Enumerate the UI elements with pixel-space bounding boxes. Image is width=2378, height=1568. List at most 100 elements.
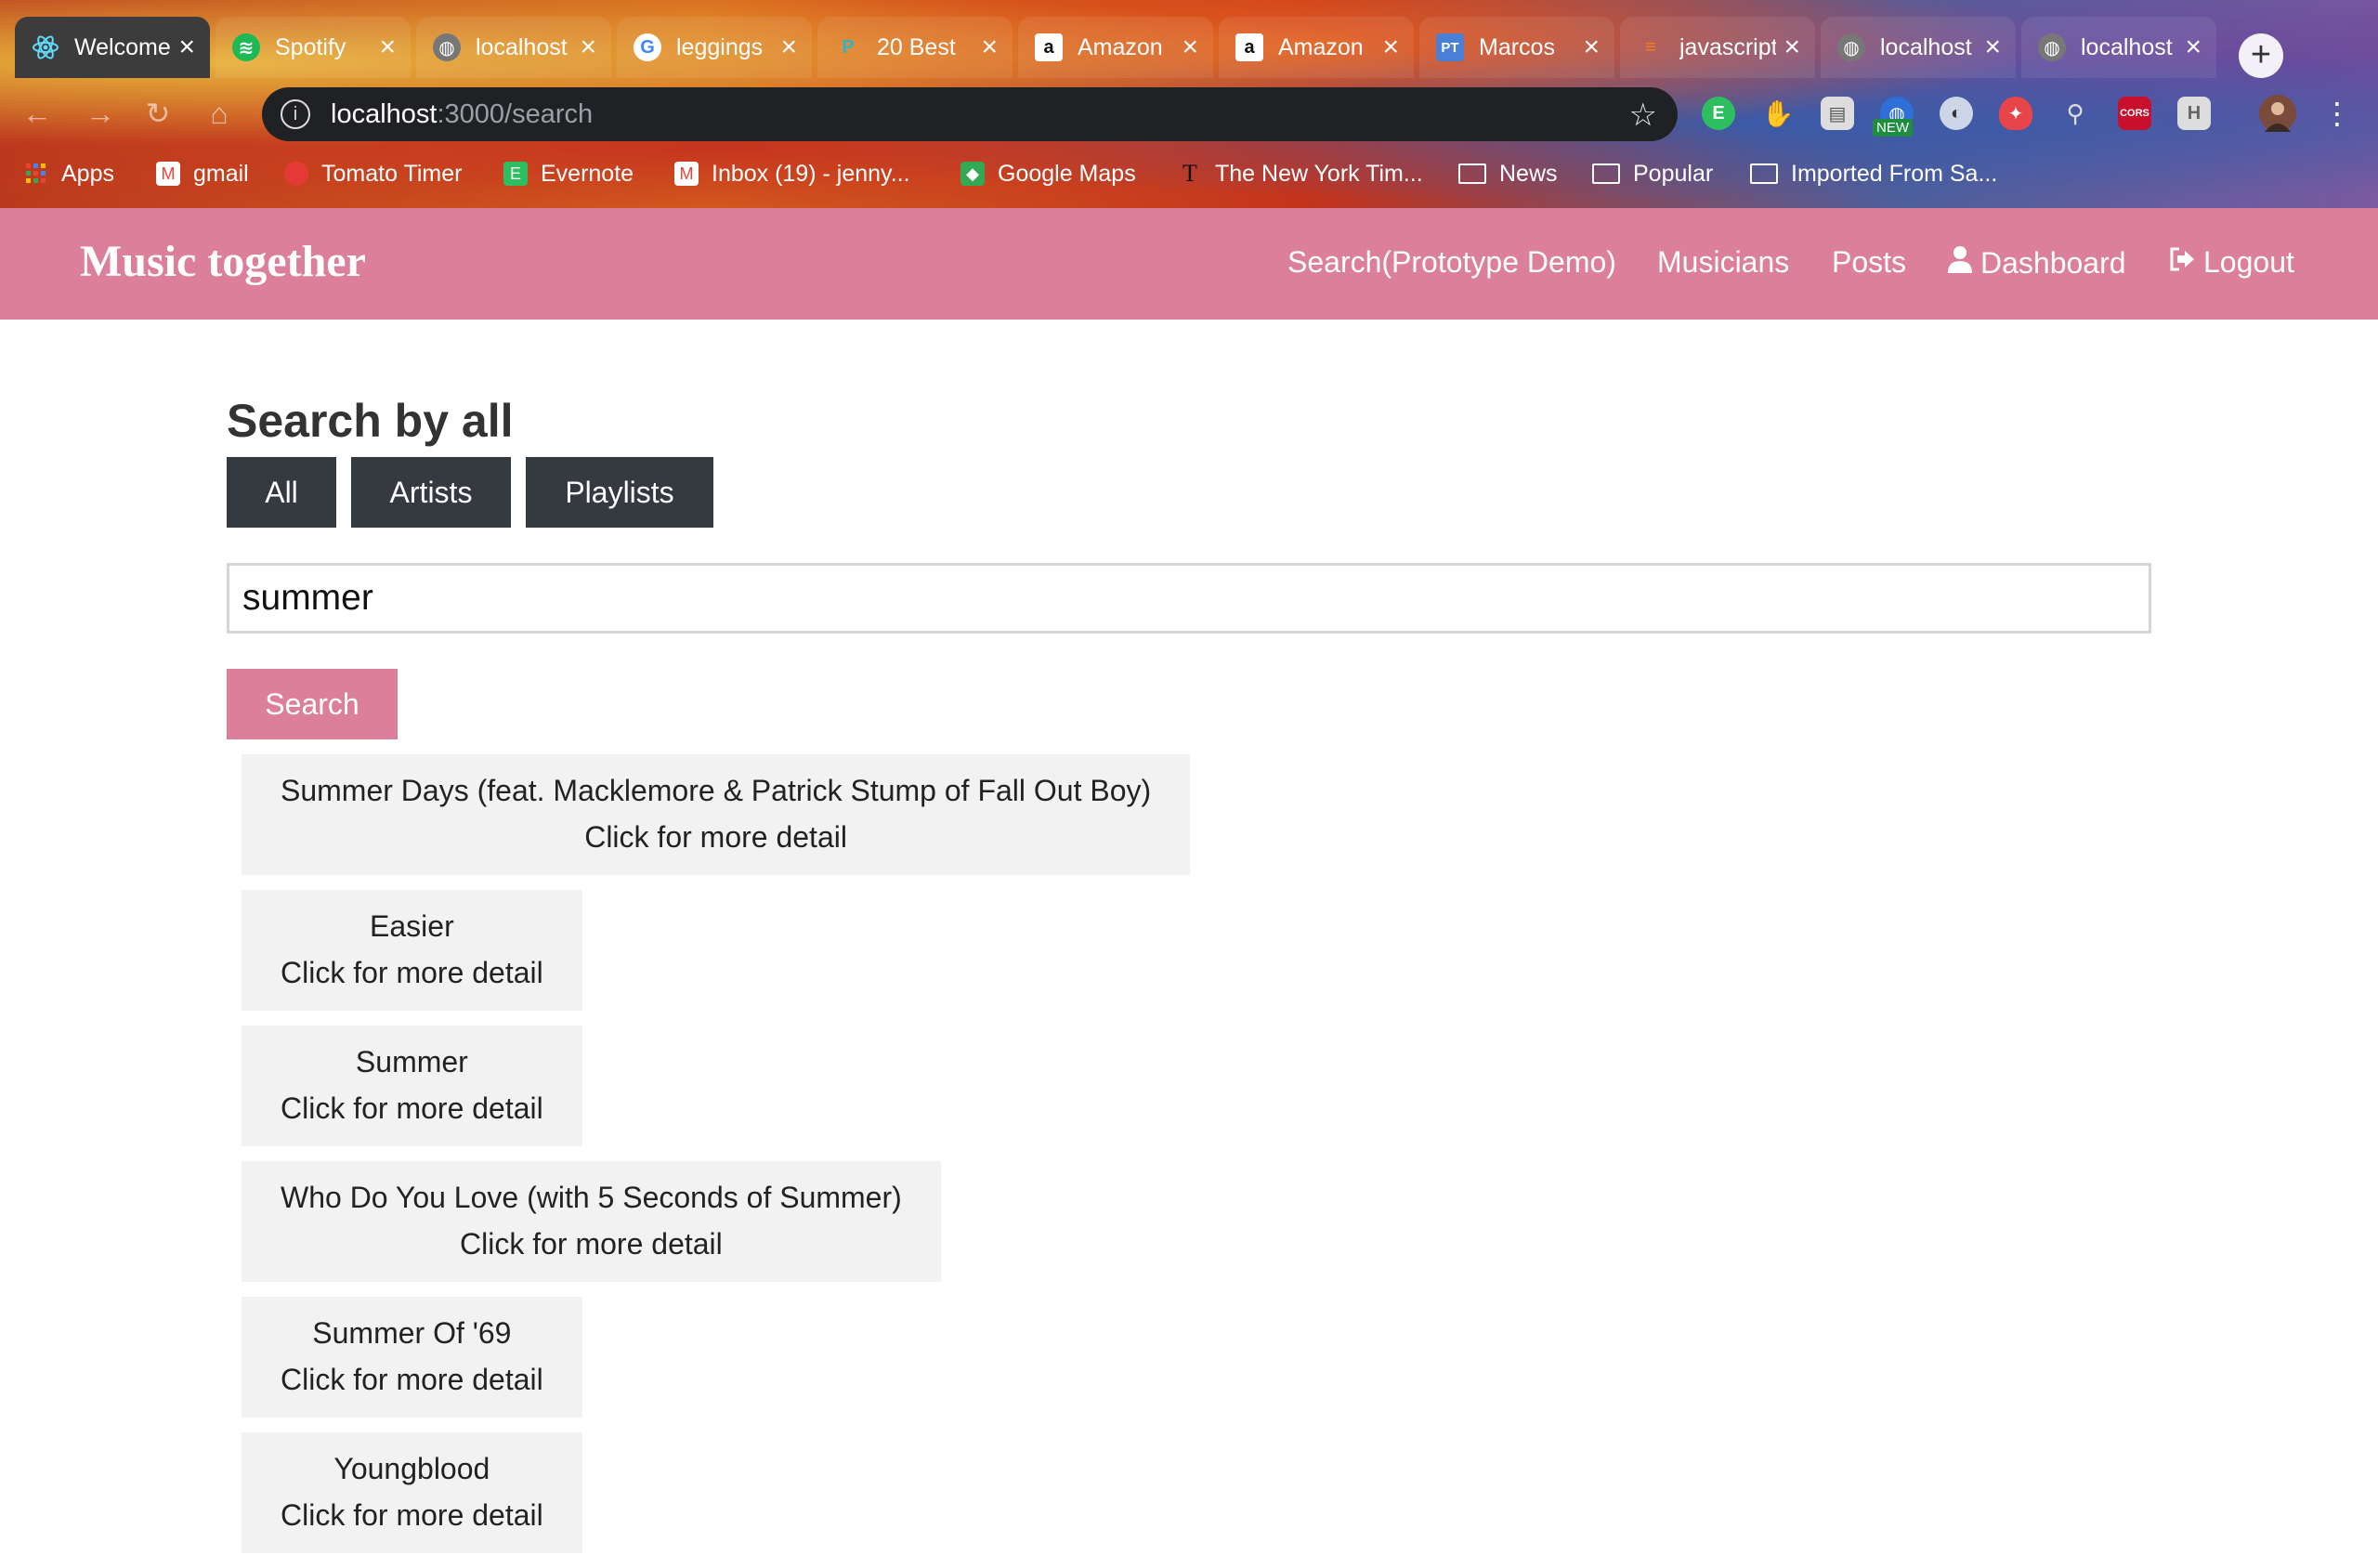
filter-artists-button[interactable]: Artists	[351, 457, 511, 528]
nav-musicians-label: Musicians	[1657, 245, 1790, 279]
globe-icon: ◍	[433, 33, 461, 61]
tab[interactable]: PT Marcos ×	[1419, 17, 1614, 78]
nyt-icon: T	[1182, 160, 1197, 187]
result-card[interactable]: Summer Days (feat. Macklemore & Patrick …	[242, 754, 1191, 875]
forward-icon[interactable]: →	[82, 95, 119, 132]
document-extension-icon[interactable]: ▤	[1821, 97, 1854, 130]
nav-search-label: Search(Prototype Demo)	[1287, 245, 1616, 279]
h-extension-icon[interactable]: H	[2177, 97, 2211, 130]
tab[interactable]: ◍ localhost ×	[416, 17, 611, 78]
close-icon[interactable]: ×	[1784, 32, 1800, 63]
search-input[interactable]	[227, 563, 2151, 634]
pt-icon: PT	[1436, 33, 1464, 61]
new-tab-button[interactable]: +	[2239, 33, 2283, 78]
tab[interactable]: ≡ javascript ×	[1620, 17, 1815, 78]
result-card[interactable]: Easier Click for more detail	[242, 890, 582, 1011]
home-icon[interactable]: ⌂	[201, 95, 238, 132]
close-icon[interactable]: ×	[580, 32, 596, 63]
close-icon[interactable]: ×	[2185, 32, 2202, 63]
result-detail-link[interactable]: Click for more detail	[281, 1221, 902, 1267]
bookmark-item[interactable]: News	[1458, 158, 1558, 189]
result-card[interactable]: Summer Of '69 Click for more detail	[242, 1297, 582, 1418]
amazon-icon: a	[1035, 33, 1063, 61]
apps-grid-icon	[24, 162, 48, 186]
cors-extension-icon[interactable]: CORS	[2118, 97, 2151, 130]
result-detail-link[interactable]: Click for more detail	[281, 949, 543, 996]
result-detail-link[interactable]: Click for more detail	[281, 814, 1151, 860]
search-button[interactable]: Search	[227, 669, 398, 739]
nav-posts-link[interactable]: Posts	[1832, 245, 1906, 280]
tab[interactable]: a Amazon ×	[1018, 17, 1213, 78]
bookmark-star-icon[interactable]: ☆	[1629, 97, 1657, 134]
tab[interactable]: ◍ localhost ×	[1821, 17, 2016, 78]
result-detail-link[interactable]: Click for more detail	[281, 1356, 543, 1403]
nav-search-link[interactable]: Search(Prototype Demo)	[1287, 245, 1616, 280]
bookmark-item[interactable]: M Inbox (19) - jenny...	[674, 158, 910, 189]
brand-logo[interactable]: Music together	[80, 236, 366, 287]
bookmark-label: Popular	[1633, 160, 1714, 187]
close-icon[interactable]: ×	[178, 32, 195, 63]
result-card[interactable]: Youngblood Click for more detail	[242, 1432, 582, 1553]
google-icon: G	[634, 33, 661, 61]
browser-toolbar: ← → ↻ ⌂ i localhost:3000/search ☆ E ✋ ▤ …	[0, 82, 2378, 145]
menu-kebab-icon[interactable]: ⋮	[2319, 95, 2356, 132]
result-title: Who Do You Love (with 5 Seconds of Summe…	[281, 1181, 902, 1214]
filter-all-button[interactable]: All	[227, 457, 336, 528]
bookmark-item[interactable]: T The New York Tim...	[1178, 158, 1423, 189]
result-card[interactable]: Summer Click for more detail	[242, 1026, 582, 1146]
bookmark-item[interactable]: Imported From Sa...	[1750, 158, 1997, 189]
evernote-extension-icon[interactable]: E	[1702, 97, 1735, 130]
nav-logout-link[interactable]: Logout	[2168, 245, 2294, 280]
magnifier-extension-icon[interactable]: ⚲	[2058, 97, 2092, 130]
tab[interactable]: P 20 Best ×	[817, 17, 1013, 78]
stack-icon: ≡	[1645, 36, 1656, 58]
bookmark-item[interactable]: ◆ Google Maps	[960, 158, 1136, 189]
bookmark-item[interactable]: E Evernote	[503, 158, 634, 189]
tab[interactable]: a Amazon ×	[1219, 17, 1414, 78]
bookmark-label: Apps	[61, 160, 114, 187]
p-icon: P	[842, 36, 855, 58]
result-title: Youngblood	[333, 1452, 490, 1485]
tab[interactable]: ◍ localhost ×	[2021, 17, 2216, 78]
bookmark-label: gmail	[193, 160, 249, 187]
tab[interactable]: G leggings ×	[617, 17, 812, 78]
tab-title: Marcos	[1479, 33, 1555, 60]
hand-extension-icon[interactable]: ✋	[1761, 97, 1795, 130]
result-card[interactable]: Who Do You Love (with 5 Seconds of Summe…	[242, 1161, 941, 1282]
site-info-icon[interactable]: i	[281, 99, 310, 129]
user-icon	[1947, 245, 1973, 281]
bookmark-item[interactable]: Popular	[1592, 158, 1713, 189]
close-icon[interactable]: ×	[1583, 32, 1600, 63]
globe-icon: ◍	[2038, 33, 2066, 61]
result-title: Easier	[370, 909, 454, 943]
back-icon[interactable]: ←	[19, 95, 56, 132]
bookmark-label: Tomato Timer	[321, 160, 463, 187]
address-path: :3000/search	[437, 98, 594, 129]
close-icon[interactable]: ×	[1984, 32, 2001, 63]
close-icon[interactable]: ×	[379, 32, 396, 63]
bookmark-item[interactable]: Apps	[24, 158, 114, 189]
close-icon[interactable]: ×	[981, 32, 998, 63]
close-icon[interactable]: ×	[1382, 32, 1399, 63]
tab[interactable]: ≋ Spotify ×	[216, 17, 411, 78]
tab[interactable]: Welcome ×	[15, 17, 210, 78]
shield-icon[interactable]: ✦	[1999, 97, 2032, 130]
address-bar[interactable]: i localhost:3000/search ☆	[262, 87, 1678, 141]
amazon-icon: a	[1235, 33, 1263, 61]
result-title: Summer Days (feat. Macklemore & Patrick …	[281, 774, 1152, 807]
avatar[interactable]	[2259, 95, 2296, 132]
filter-playlists-button[interactable]: Playlists	[526, 457, 713, 528]
result-detail-link[interactable]: Click for more detail	[281, 1492, 543, 1538]
nav-dashboard-link[interactable]: Dashboard	[1947, 245, 2126, 281]
tomato-icon	[284, 162, 308, 186]
reload-icon[interactable]: ↻	[139, 95, 176, 132]
nav-musicians-link[interactable]: Musicians	[1657, 245, 1789, 280]
page-title: Search by all	[227, 395, 514, 447]
bookmark-item[interactable]: Tomato Timer	[284, 158, 462, 189]
bookmark-item[interactable]: M gmail	[156, 158, 249, 189]
result-detail-link[interactable]: Click for more detail	[281, 1085, 543, 1131]
circle-extension-icon[interactable]: ◐	[1940, 97, 1973, 130]
close-icon[interactable]: ×	[1182, 32, 1198, 63]
close-icon[interactable]: ×	[780, 32, 797, 63]
bookmark-label: Evernote	[541, 160, 634, 187]
